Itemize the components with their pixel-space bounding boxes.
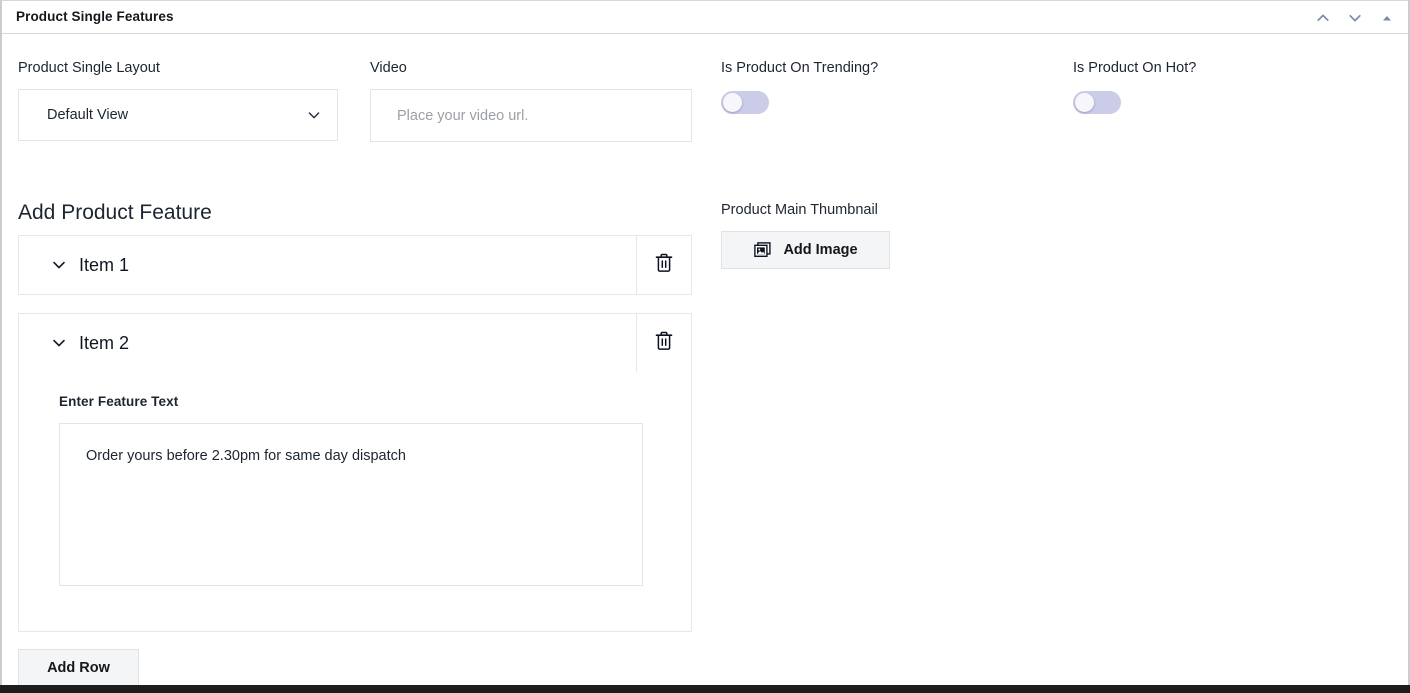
trash-icon xyxy=(654,252,674,279)
toggle-knob xyxy=(1075,93,1094,112)
add-image-button[interactable]: Add Image xyxy=(721,231,890,269)
add-image-button-label: Add Image xyxy=(783,242,857,258)
feature-item-header: Item 2 xyxy=(19,314,691,372)
product-main-thumbnail-label: Product Main Thumbnail xyxy=(721,202,890,218)
is-product-on-hot-field: Is Product On Hot? xyxy=(1073,60,1196,114)
feature-item-1: Item 1 xyxy=(18,235,692,295)
toggle-knob xyxy=(723,93,742,112)
add-product-feature-heading: Add Product Feature xyxy=(18,201,212,225)
panel-body: Product Single Layout Default View Video… xyxy=(2,34,1408,685)
product-feature-repeater: Item 1 xyxy=(18,235,692,650)
feature-item-2-toggle[interactable]: Item 2 xyxy=(19,333,129,354)
chevron-down-icon xyxy=(50,256,68,274)
video-label: Video xyxy=(370,60,692,76)
product-single-layout-label: Product Single Layout xyxy=(18,60,338,76)
media-images-icon xyxy=(753,241,772,259)
video-field: Video xyxy=(370,60,692,142)
feature-item-2-delete-button[interactable] xyxy=(636,314,691,372)
video-url-input[interactable] xyxy=(370,89,692,142)
product-single-layout-field: Product Single Layout Default View xyxy=(18,60,338,141)
enter-feature-text-textarea[interactable] xyxy=(59,423,643,586)
is-product-on-trending-field: Is Product On Trending? xyxy=(721,60,878,114)
feature-item-1-title: Item 1 xyxy=(79,255,129,276)
feature-item-1-delete-button[interactable] xyxy=(636,236,691,294)
panel-header-actions xyxy=(1312,1,1398,34)
panel-header: Product Single Features xyxy=(2,1,1408,34)
product-single-layout-value: Default View xyxy=(19,107,128,123)
feature-item-1-toggle[interactable]: Item 1 xyxy=(19,255,129,276)
trash-icon xyxy=(654,330,674,357)
feature-item-header: Item 1 xyxy=(19,236,691,294)
product-single-layout-select[interactable]: Default View xyxy=(18,89,338,141)
page-title: Product Single Features xyxy=(16,9,174,24)
chevron-up-icon[interactable] xyxy=(1312,7,1334,29)
chevron-down-icon xyxy=(305,106,323,124)
is-product-on-hot-toggle[interactable] xyxy=(1073,91,1121,114)
product-single-features-panel: Product Single Features Product S xyxy=(0,0,1410,685)
is-product-on-trending-label: Is Product On Trending? xyxy=(721,60,878,76)
chevron-down-icon xyxy=(50,334,68,352)
is-product-on-trending-toggle[interactable] xyxy=(721,91,769,114)
feature-item-2: Item 2 Enter Fe xyxy=(18,313,692,632)
add-row-button[interactable]: Add Row xyxy=(18,649,139,687)
product-main-thumbnail-field: Product Main Thumbnail Add Image xyxy=(721,202,890,269)
is-product-on-hot-label: Is Product On Hot? xyxy=(1073,60,1196,76)
collapse-triangle-icon[interactable] xyxy=(1376,7,1398,29)
chevron-down-icon[interactable] xyxy=(1344,7,1366,29)
feature-item-2-title: Item 2 xyxy=(79,333,129,354)
feature-item-2-body: Enter Feature Text xyxy=(19,372,691,631)
enter-feature-text-label: Enter Feature Text xyxy=(59,394,665,409)
bottom-bar xyxy=(0,685,1410,693)
